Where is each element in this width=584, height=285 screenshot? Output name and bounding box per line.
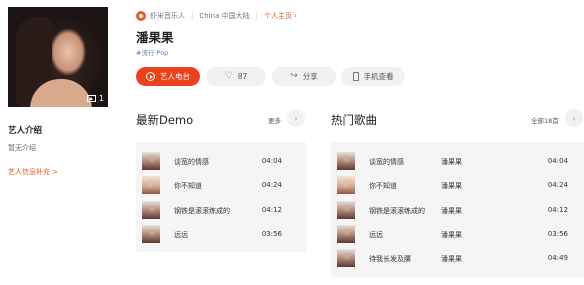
song-artist[interactable]: 潘果果	[441, 206, 462, 216]
meta-separator: |	[255, 12, 258, 20]
hot-songs-title: 热门歌曲	[331, 113, 377, 127]
song-thumbnail	[337, 201, 355, 219]
meta-separator: |	[191, 12, 194, 20]
demo-song-row[interactable]: 远远 03:56	[136, 223, 306, 245]
song-duration: 04:04	[547, 157, 568, 165]
chevron-right-icon: ›	[572, 113, 576, 123]
hot-song-row[interactable]: 谈宽的情感 潘果果 04:04	[331, 150, 584, 172]
hot-song-row[interactable]: 远远 潘果果 03:56	[331, 223, 584, 245]
song-thumbnail	[337, 152, 355, 170]
song-duration: 04:12	[547, 206, 568, 214]
play-icon	[146, 72, 155, 81]
like-button[interactable]: ♡ 87	[206, 67, 266, 86]
song-duration: 04:24	[547, 181, 568, 189]
demo-song-list: 谈宽的情感 04:04 你不知道 04:24 钢铁是滚滚练成的 04:12 远远…	[136, 142, 306, 252]
demo-song-row[interactable]: 你不知道 04:24	[136, 174, 306, 196]
intro-heading: 艺人介绍	[8, 126, 43, 136]
song-title[interactable]: 钢铁是滚滚练成的	[174, 206, 230, 216]
song-duration: 04:24	[261, 181, 282, 189]
song-title[interactable]: 谈宽的情感	[369, 157, 404, 167]
homepage-link[interactable]: 个人主页	[264, 11, 292, 21]
demo-more-link[interactable]: 更多	[268, 115, 281, 125]
song-artist[interactable]: 潘果果	[441, 230, 462, 240]
song-title[interactable]: 待我长发及腰	[369, 254, 411, 264]
song-title[interactable]: 钢铁是滚滚练成的	[369, 206, 425, 216]
song-thumbnail	[142, 152, 160, 170]
song-title[interactable]: 你不知道	[369, 181, 397, 191]
song-duration: 04:49	[547, 254, 568, 262]
artist-cover-photo[interactable]: 1	[8, 7, 108, 107]
song-duration: 04:12	[261, 206, 282, 214]
artist-radio-label: 艺人电台	[160, 72, 190, 81]
chevron-right-icon: ›	[293, 12, 297, 20]
song-thumbnail	[142, 225, 160, 243]
hot-song-row[interactable]: 你不知道 潘果果 04:24	[331, 174, 584, 196]
artist-meta-row: 虾米音乐人 | China 中国大陆 | 个人主页 ›	[136, 10, 297, 22]
hot-next-button[interactable]: ›	[565, 109, 583, 127]
demo-next-button[interactable]: ›	[287, 109, 305, 127]
demo-song-row[interactable]: 谈宽的情感 04:04	[136, 150, 306, 172]
phone-icon	[352, 72, 359, 81]
song-duration: 03:56	[547, 230, 568, 238]
song-thumbnail	[142, 201, 160, 219]
song-thumbnail	[337, 225, 355, 243]
all-songs-link[interactable]: 全部18首	[531, 115, 559, 125]
hot-song-row[interactable]: 钢铁是滚滚练成的 潘果果 04:12	[331, 199, 584, 221]
chevron-right-icon: ›	[294, 113, 298, 123]
like-count: 87	[237, 72, 248, 81]
song-duration: 04:04	[261, 157, 282, 165]
latest-demo-title: 最新Demo	[136, 113, 194, 127]
song-title[interactable]: 远远	[369, 230, 383, 240]
intro-text: 暂无介绍	[8, 144, 36, 152]
xiami-logo-icon	[136, 11, 146, 21]
site-label[interactable]: 虾米音乐人	[150, 11, 185, 21]
region-label: China 中国大陆	[199, 12, 250, 20]
song-artist[interactable]: 潘果果	[441, 254, 462, 264]
share-button[interactable]: ↪ 分享	[272, 67, 336, 86]
photo-icon	[86, 95, 96, 102]
song-thumbnail	[337, 249, 355, 267]
song-title[interactable]: 远远	[174, 230, 188, 240]
photo-count-value: 1	[98, 94, 104, 103]
artist-name: 潘果果	[136, 30, 174, 45]
artist-radio-button[interactable]: 艺人电台	[136, 67, 200, 86]
hot-song-list: 谈宽的情感 潘果果 04:04 你不知道 潘果果 04:24 钢铁是滚滚练成的 …	[331, 142, 584, 277]
song-title[interactable]: 你不知道	[174, 181, 202, 191]
photo-count-badge[interactable]: 1	[86, 94, 104, 103]
song-thumbnail	[337, 176, 355, 194]
demo-song-row[interactable]: 钢铁是滚滚练成的 04:12	[136, 199, 306, 221]
song-duration: 03:56	[261, 230, 282, 238]
heart-icon: ♡	[224, 71, 233, 81]
view-on-phone-button[interactable]: 手机查看	[341, 67, 405, 86]
genre-tag[interactable]: #流行 Pop	[136, 47, 168, 57]
view-on-phone-label: 手机查看	[363, 72, 394, 81]
artist-info-supplement-link[interactable]: 艺人信息补充 >	[8, 167, 58, 177]
song-thumbnail	[142, 176, 160, 194]
share-icon: ↪	[290, 71, 298, 81]
hot-song-row[interactable]: 待我长发及腰 潘果果 04:49	[331, 247, 584, 269]
song-artist[interactable]: 潘果果	[441, 157, 462, 167]
share-label: 分享	[302, 72, 318, 81]
song-artist[interactable]: 潘果果	[441, 181, 462, 191]
song-title[interactable]: 谈宽的情感	[174, 157, 209, 167]
